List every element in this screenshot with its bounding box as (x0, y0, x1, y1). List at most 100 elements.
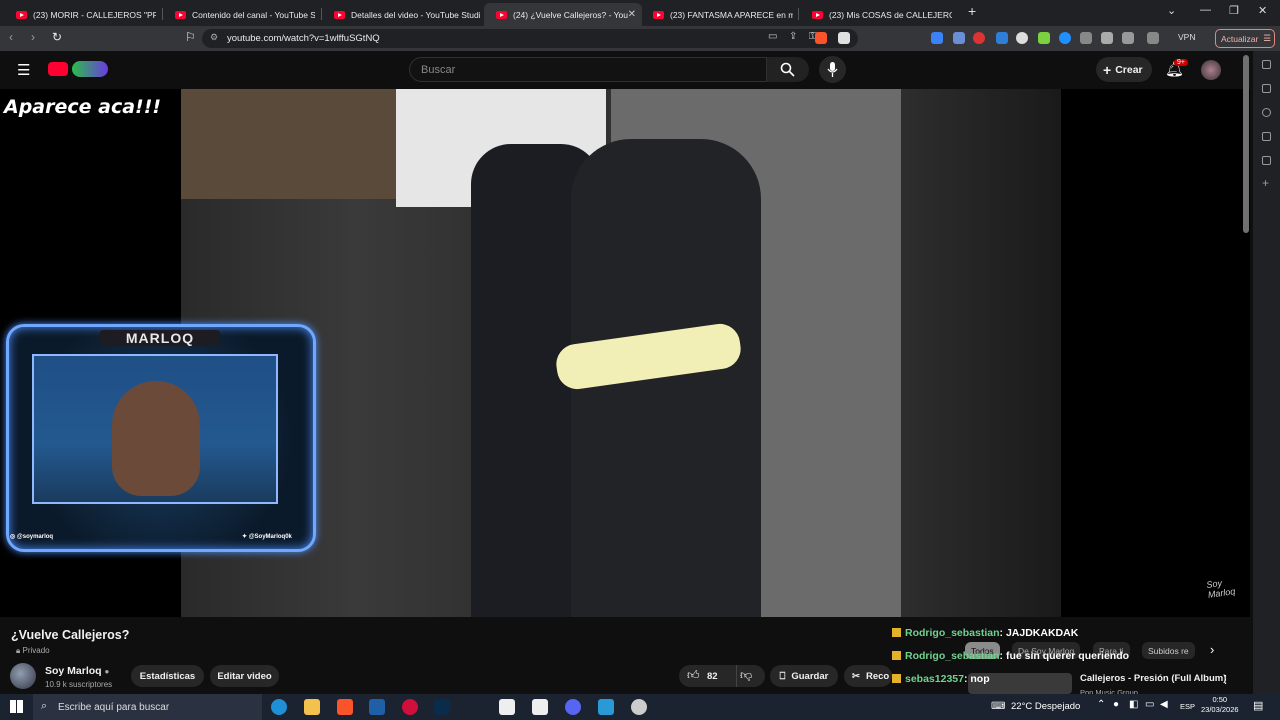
reload-icon[interactable]: ↻ (52, 30, 62, 44)
extension-icon[interactable] (1059, 32, 1071, 44)
microphone-icon (827, 62, 838, 77)
sidebar-panel-icon[interactable] (1262, 84, 1271, 93)
privacy-status: 🔒︎ Privado (16, 646, 50, 655)
voice-search-button[interactable] (819, 56, 846, 83)
weather-widget[interactable]: 22°C Despejado (1011, 701, 1080, 712)
cast-icon[interactable]: ▭ (768, 31, 777, 42)
share-icon[interactable]: ⇪ (789, 31, 797, 42)
tab-1[interactable]: (23) MORIR - CALLEJEROS "PRESION" (4, 3, 156, 26)
app-icon[interactable] (499, 699, 515, 715)
tab-5[interactable]: (23) FANTASMA APARECE en mi VIDEO (641, 3, 793, 26)
chat-message: Rodrigo_sebastian: fue sin querer querie… (892, 650, 1129, 662)
tab-label: Detalles del video - YouTube Studio (351, 9, 480, 20)
brave-icon[interactable] (337, 699, 353, 715)
extension-icon[interactable] (1038, 32, 1050, 44)
input-language[interactable]: ESP (1180, 702, 1195, 711)
tab-list-chevron-icon[interactable]: ⌄ (1167, 4, 1176, 17)
microphone-tray-icon[interactable]: ● (1113, 699, 1119, 710)
taskbar-search[interactable]: ⌕ Escribe aquí para buscar (33, 694, 262, 720)
related-title[interactable]: Callejeros - Presión (Full Album) (1080, 673, 1226, 684)
channel-avatar[interactable] (10, 663, 36, 689)
site-info-icon[interactable]: ⚙ (210, 32, 218, 43)
minimize-icon[interactable]: — (1200, 4, 1211, 16)
account-avatar[interactable] (1201, 60, 1221, 80)
tab-3[interactable]: Detalles del video - YouTube Studio (322, 3, 480, 26)
forward-icon[interactable]: › (31, 30, 35, 44)
tab-label: (23) Mis COSAS de CALLEJEROS - YouTube (829, 9, 952, 20)
extension-icon[interactable] (996, 32, 1008, 44)
discord-icon[interactable] (565, 699, 581, 715)
opera-icon[interactable] (402, 699, 418, 715)
video-player[interactable]: Aparece aca!!! MARLOQ ◎ @soymarloq ✦ @So… (0, 89, 1250, 617)
channel-name[interactable]: Soy Marloq ● (45, 665, 109, 677)
vegas-icon[interactable] (369, 699, 385, 715)
obs-icon[interactable] (631, 699, 647, 715)
wallet-icon[interactable] (1147, 32, 1159, 44)
app-icon[interactable] (532, 699, 548, 715)
extension-icon[interactable] (973, 32, 985, 44)
sidebar-panel-icon[interactable] (1262, 108, 1271, 117)
extension-icon[interactable] (1016, 32, 1028, 44)
brave-rewards-icon[interactable] (838, 32, 850, 44)
puzzle-icon[interactable] (1080, 32, 1092, 44)
new-tab-icon[interactable]: + (968, 3, 976, 19)
extension-icon[interactable] (931, 32, 943, 44)
back-icon[interactable]: ‹ (9, 30, 13, 44)
save-button[interactable]: ⎕ Guardar (770, 665, 838, 687)
address-bar[interactable]: ⚙ youtube.com/watch?v=1wlffuSGtNQ ▭ ⇪ ⚿ (202, 29, 858, 48)
window-close-icon[interactable]: ✕ (1258, 4, 1267, 17)
sidebar-icon[interactable] (1122, 32, 1134, 44)
update-button[interactable]: Actualizar ☰ (1215, 29, 1275, 48)
tray-chevron-icon[interactable]: ⌃ (1097, 699, 1105, 710)
edit-video-button[interactable]: Editar video (210, 665, 279, 687)
edge-icon[interactable] (271, 699, 287, 715)
analytics-button[interactable]: Estadísticas (131, 665, 204, 687)
browser-tab-strip: (23) MORIR - CALLEJEROS "PRESION" Conten… (0, 0, 1280, 26)
clip-button[interactable]: ✂ Reco (844, 665, 892, 687)
more-options-icon[interactable]: ⋮ (1220, 673, 1231, 686)
network-icon[interactable]: ▭ (1145, 699, 1154, 710)
youtube-studio-icon (175, 10, 186, 19)
photoshop-icon[interactable] (434, 699, 450, 715)
page-scrollbar[interactable] (1243, 55, 1249, 233)
like-icon[interactable]: 👍︎ (687, 668, 700, 683)
tab-label: (23) FANTASMA APARECE en mi VIDEO (670, 9, 793, 20)
keyboard-icon[interactable]: ⌨ (991, 701, 1005, 712)
browser-toolbar: ‹ › ↻ ⚐ ⚙ youtube.com/watch?v=1wlffuSGtN… (0, 26, 1280, 51)
bookmark-icon[interactable]: ⚐ (185, 30, 196, 44)
notifications-icon[interactable]: ▤ (1253, 699, 1263, 712)
dislike-icon[interactable]: 👎︎ (740, 668, 752, 683)
tab-2[interactable]: Contenido del canal - YouTube Studio (163, 3, 315, 26)
chip-recent[interactable]: Subidos re (1142, 642, 1195, 659)
tab-label: (24) ¿Vuelve Callejeros? - YouTube (513, 9, 628, 20)
maximize-icon[interactable]: ❐ (1229, 4, 1239, 17)
streamer-face (112, 381, 200, 496)
create-button[interactable]: + Crear (1096, 57, 1152, 82)
tab-6[interactable]: (23) Mis COSAS de CALLEJEROS - YouTube (800, 3, 952, 26)
search-button[interactable] (767, 57, 809, 82)
volume-icon[interactable]: ◀ (1160, 699, 1168, 710)
bookmark-add-icon: ⎕ (779, 670, 786, 682)
instagram-handle: ◎ @soymarloq (10, 534, 54, 540)
app-icon[interactable] (598, 699, 614, 715)
video-watermark: Soy Marloq (1205, 577, 1236, 600)
hamburger-menu-icon[interactable]: ☰ (17, 61, 30, 79)
chips-next-icon[interactable]: › (1210, 642, 1214, 657)
extension-icon[interactable] (953, 32, 965, 44)
windows-start-icon[interactable] (10, 700, 23, 713)
tab-4-active[interactable]: (24) ¿Vuelve Callejeros? - YouTube✕ (484, 3, 642, 26)
search-input[interactable]: Buscar (409, 57, 767, 82)
media-icon[interactable] (1101, 32, 1113, 44)
tray-icon[interactable]: ◧ (1129, 699, 1138, 710)
search-icon: ⌕ (41, 700, 48, 712)
vpn-button[interactable]: VPN (1178, 32, 1195, 42)
sidebar-panel-icon[interactable] (1262, 132, 1271, 141)
sidebar-panel-icon[interactable] (1262, 60, 1271, 69)
sidebar-panel-icon[interactable] (1262, 156, 1271, 165)
tab-close-icon[interactable]: ✕ (628, 9, 636, 20)
file-explorer-icon[interactable] (304, 699, 320, 715)
sidebar-add-icon[interactable]: + (1262, 176, 1269, 190)
brave-shield-icon[interactable] (815, 32, 827, 44)
taskbar-clock[interactable]: 0:50 23/03/2026 (1201, 695, 1239, 715)
youtube-logo-icon[interactable] (48, 62, 68, 76)
